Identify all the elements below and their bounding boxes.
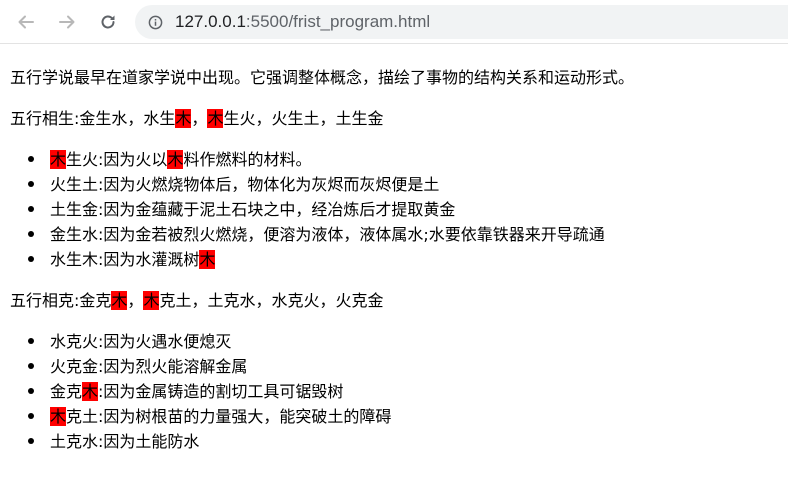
bullet-icon xyxy=(28,438,34,444)
bullet-icon xyxy=(28,181,34,187)
text-segment: 料作燃料的材料。 xyxy=(183,150,312,169)
highlighted-text: 木 xyxy=(207,109,224,128)
list-item: 土生金:因为金蕴藏于泥土石块之中，经冶炼后才提取黄金 xyxy=(28,197,778,222)
bullet-icon xyxy=(28,413,34,419)
highlighted-text: 木 xyxy=(175,109,192,128)
intro-paragraph: 五行学说最早在道家学说中出现。它强调整体概念，描绘了事物的结构关系和运动形式。 xyxy=(10,68,635,87)
bullet-icon xyxy=(28,338,34,344)
list-item: 水克火:因为火遇水便熄灭 xyxy=(28,329,778,354)
address-bar[interactable]: 127.0.0.1:5500/frist_program.html xyxy=(135,5,788,39)
highlighted-text: 木 xyxy=(82,382,99,401)
text-segment: ， xyxy=(191,109,208,128)
list-item: 水生木:因为水灌溉树木 xyxy=(28,247,778,272)
text-segment: 水克火:因为火遇水便熄灭 xyxy=(50,332,232,351)
list-item: 木克土:因为树根苗的力量强大，能突破土的障碍 xyxy=(28,404,778,429)
highlighted-text: 木 xyxy=(143,291,160,310)
forward-arrow-icon xyxy=(59,15,75,29)
text-segment: 土生金:因为金蕴藏于泥土石块之中，经冶炼后才提取黄金 xyxy=(50,200,456,219)
bullet-icon xyxy=(28,231,34,237)
list-item: 土克水:因为土能防水 xyxy=(28,429,778,454)
list-item: 木生火:因为火以木料作燃料的材料。 xyxy=(28,147,778,172)
reload-icon xyxy=(101,15,115,29)
ke-list: 水克火:因为火遇水便熄灭 火克金:因为烈火能溶解金属 金克木:因为金属铸造的割切工具… xyxy=(10,329,778,454)
bullet-icon xyxy=(28,206,34,212)
ke-heading: 五行相克:金克木，木克土，土克水，水克火，火克金 xyxy=(10,288,778,313)
text-segment: 金克 xyxy=(50,382,83,401)
text-segment: 五行相克:金克 xyxy=(10,291,112,310)
url-text: 127.0.0.1:5500/frist_program.html xyxy=(175,12,430,32)
back-arrow-icon xyxy=(18,15,34,29)
reload-button[interactable] xyxy=(94,8,122,36)
text-segment: 克土:因为树根苗的力量强大，能突破土的障碍 xyxy=(66,407,392,426)
bullet-icon xyxy=(28,156,34,162)
text-segment: ， xyxy=(127,291,144,310)
info-icon[interactable] xyxy=(148,15,163,30)
text-segment: :因为金属铸造的割切工具可锯毁树 xyxy=(98,382,344,401)
list-item: 金生水:因为金若被烈火燃烧，便溶为液体，液体属水;水要依靠铁器来开导疏通 xyxy=(28,222,778,247)
list-item: 火生土:因为火燃烧物体后，物体化为灰烬而灰烬便是土 xyxy=(28,172,778,197)
text-segment: 火生土:因为火燃烧物体后，物体化为灰烬而灰烬便是土 xyxy=(50,175,440,194)
text-segment: 水生木:因为水灌溉树 xyxy=(50,250,200,269)
bullet-icon xyxy=(28,363,34,369)
highlighted-text: 木 xyxy=(167,150,184,169)
text-segment: 火克金:因为烈火能溶解金属 xyxy=(50,357,248,376)
text-segment: 生火:因为火以 xyxy=(66,150,168,169)
url-host: 127.0.0.1 xyxy=(175,12,246,31)
text-segment: 土克水:因为土能防水 xyxy=(50,432,200,451)
highlighted-text: 木 xyxy=(199,250,216,269)
text-segment: 生火，火生土，土生金 xyxy=(223,109,384,128)
highlighted-text: 木 xyxy=(50,150,67,169)
text-segment: 五行相生:金生水，水生 xyxy=(10,109,176,128)
list-item: 金克木:因为金属铸造的割切工具可锯毁树 xyxy=(28,379,778,404)
highlighted-text: 木 xyxy=(111,291,128,310)
list-item: 火克金:因为烈火能溶解金属 xyxy=(28,354,778,379)
page-content: 五行学说最早在道家学说中出现。它强调整体概念，描绘了事物的结构关系和运动形式。 … xyxy=(0,65,788,454)
back-button[interactable] xyxy=(12,8,40,36)
sheng-list: 木生火:因为火以木料作燃料的材料。 火生土:因为火燃烧物体后，物体化为灰烬而灰烬便… xyxy=(10,147,778,272)
browser-toolbar: 127.0.0.1:5500/frist_program.html xyxy=(0,0,788,44)
forward-button[interactable] xyxy=(53,8,81,36)
highlighted-text: 木 xyxy=(50,407,67,426)
bullet-icon xyxy=(28,388,34,394)
bullet-icon xyxy=(28,256,34,262)
text-segment: 克土，土克水，水克火，火克金 xyxy=(159,291,384,310)
sheng-heading: 五行相生:金生水，水生木，木生火，火生土，土生金 xyxy=(10,106,778,131)
text-segment: 金生水:因为金若被烈火燃烧，便溶为液体，液体属水;水要依靠铁器来开导疏通 xyxy=(50,225,605,244)
url-path: :5500/frist_program.html xyxy=(245,12,431,31)
